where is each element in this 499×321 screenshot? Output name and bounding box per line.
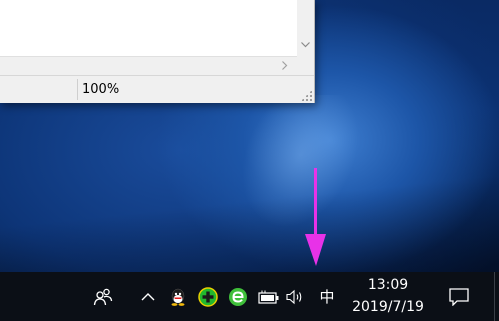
battery-icon[interactable]: [257, 272, 281, 321]
browser-e-icon[interactable]: [227, 272, 249, 321]
status-divider: [77, 79, 78, 100]
status-bar: 100%: [0, 75, 314, 103]
wallpaper-light-beam: [201, 95, 389, 265]
zoom-level: 100%: [82, 82, 120, 97]
clock[interactable]: 13:09 2019/7/19: [345, 272, 431, 321]
taskbar: 中 13:09 2019/7/19: [0, 272, 499, 321]
people-icon[interactable]: [90, 272, 116, 321]
scroll-down-arrow-icon[interactable]: [297, 36, 314, 53]
action-center-icon[interactable]: [444, 272, 474, 321]
show-desktop-button[interactable]: [494, 272, 495, 321]
security-plus-icon[interactable]: [197, 272, 219, 321]
volume-icon[interactable]: [285, 272, 307, 321]
clock-date: 2019/7/19: [352, 299, 424, 315]
scroll-right-arrow-icon[interactable]: [276, 57, 293, 74]
vertical-scrollbar[interactable]: [297, 0, 314, 56]
pointing-arrow-icon: [305, 168, 326, 266]
qq-icon[interactable]: [167, 272, 189, 321]
chevron-up-icon[interactable]: [138, 272, 158, 321]
editor-text-area[interactable]: [0, 0, 297, 56]
scrollbar-corner: [297, 56, 314, 73]
input-method-indicator[interactable]: 中: [314, 272, 340, 321]
resize-grip-icon[interactable]: [301, 90, 312, 101]
text-editor-window: 100%: [0, 0, 315, 103]
clock-time: 13:09: [367, 277, 409, 293]
horizontal-scrollbar[interactable]: [0, 56, 297, 74]
